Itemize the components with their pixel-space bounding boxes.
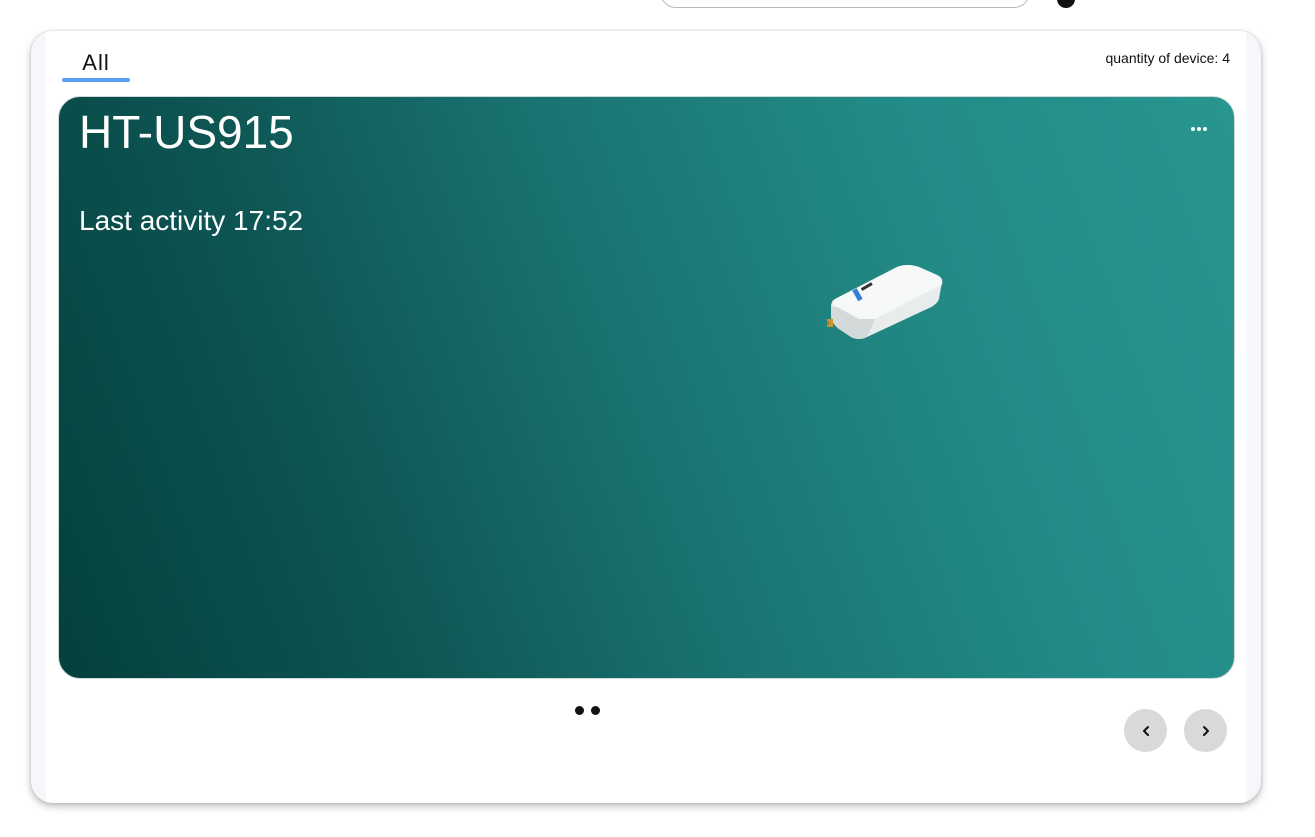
previous-button[interactable] — [1124, 709, 1167, 752]
device-count: quantity of device: 4 — [1105, 50, 1230, 66]
more-horizontal-icon — [1191, 127, 1195, 131]
more-horizontal-icon — [1203, 127, 1207, 131]
top-bar — [0, 0, 1315, 24]
more-options-button[interactable] — [1186, 119, 1212, 139]
last-activity: Last activity 17:52 — [79, 205, 304, 236]
more-horizontal-icon — [1197, 127, 1201, 131]
next-button[interactable] — [1184, 709, 1227, 752]
device-card[interactable]: HT-US915 Last activity 17:52 — [58, 96, 1235, 679]
carousel-dot[interactable] — [591, 706, 600, 715]
chevron-right-icon — [1202, 725, 1209, 736]
carousel-pager — [575, 706, 600, 715]
help-icon[interactable] — [1057, 0, 1075, 8]
chevron-left-icon — [1142, 725, 1149, 736]
search-input[interactable] — [660, 0, 1030, 8]
carousel-dot[interactable] — [575, 706, 584, 715]
device-name: HT-US915 — [79, 106, 294, 158]
tab-active-indicator — [62, 78, 130, 82]
device-image — [827, 265, 943, 339]
